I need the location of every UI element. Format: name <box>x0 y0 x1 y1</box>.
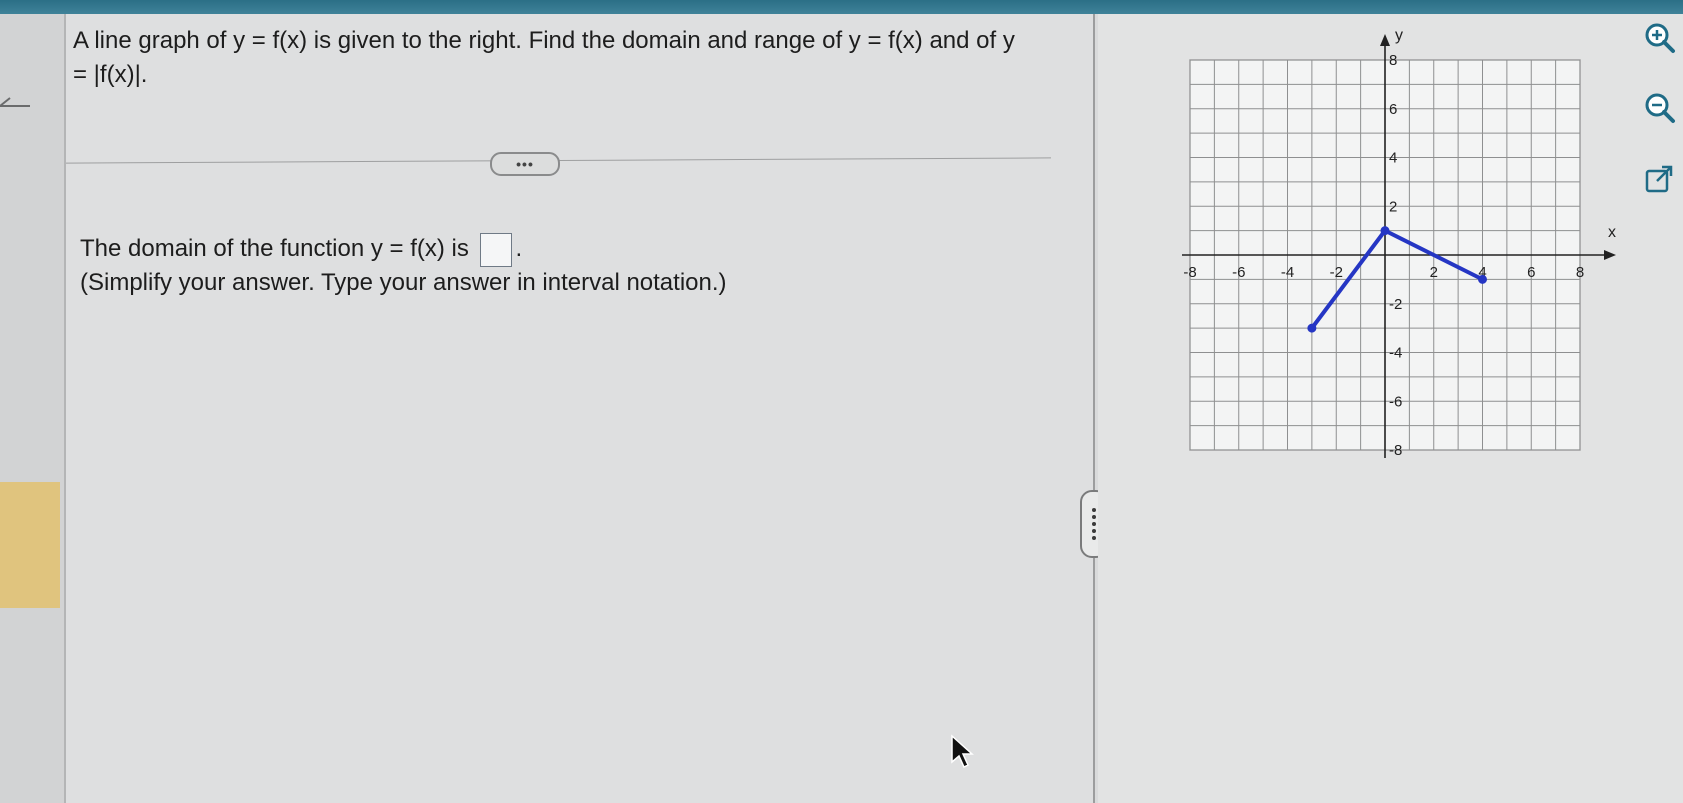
y-tick-label: 4 <box>1389 150 1397 167</box>
mouse-cursor-icon <box>951 734 974 769</box>
zoom-out-icon <box>1645 93 1675 123</box>
y-tick-label: -4 <box>1389 345 1402 362</box>
x-tick-label: 6 <box>1527 264 1535 281</box>
question-text: A line graph of y = f(x) is given to the… <box>73 27 1015 88</box>
y-tick-label: 2 <box>1389 198 1397 215</box>
x-tick-label: -2 <box>1330 264 1343 281</box>
expand-more-button[interactable]: ••• <box>490 152 560 176</box>
pane-divider <box>1093 14 1095 803</box>
answer-prompt: The domain of the function y = f(x) is <box>80 235 469 262</box>
external-link-icon <box>1645 165 1673 193</box>
data-point <box>1307 323 1317 333</box>
x-axis-arrow <box>1604 250 1616 260</box>
answer-suffix: . <box>515 235 523 262</box>
data-point <box>1380 226 1390 236</box>
collapse-arrow-icon[interactable] <box>0 86 44 126</box>
question-status-marker <box>0 482 60 608</box>
y-tick-label: 8 <box>1389 52 1397 69</box>
y-tick-label: 6 <box>1389 101 1397 118</box>
zoom-out-button[interactable] <box>1640 88 1678 126</box>
left-sidebar <box>0 14 70 803</box>
y-tick-label: -6 <box>1389 393 1402 410</box>
top-header-bar <box>0 0 1683 14</box>
x-tick-label: -4 <box>1281 264 1294 281</box>
y-axis-arrow <box>1380 34 1390 46</box>
popout-button[interactable] <box>1640 160 1678 198</box>
x-tick-label: 2 <box>1430 264 1438 281</box>
x-axis-label: x <box>1608 224 1616 241</box>
y-tick-label: -8 <box>1389 442 1402 459</box>
answer-line: The domain of the function y = f(x) is . <box>80 232 522 267</box>
y-axis-label: y <box>1395 27 1403 44</box>
question-pane <box>66 14 1094 803</box>
function-graph: xy-8 -6 -4 -2 2 4 6 88642-2-4-6-8 <box>1182 27 1616 459</box>
x-tick-label: -6 <box>1232 264 1245 281</box>
domain-answer-input[interactable] <box>479 232 512 267</box>
y-tick-label: -2 <box>1389 296 1402 313</box>
data-point <box>1478 274 1487 284</box>
zoom-in-icon <box>1645 23 1675 53</box>
answer-hint: (Simplify your answer. Type your answer … <box>80 269 727 296</box>
zoom-in-button[interactable] <box>1640 18 1678 56</box>
x-tick-label: 8 <box>1576 264 1584 281</box>
x-tick-label: -8 <box>1183 264 1196 281</box>
